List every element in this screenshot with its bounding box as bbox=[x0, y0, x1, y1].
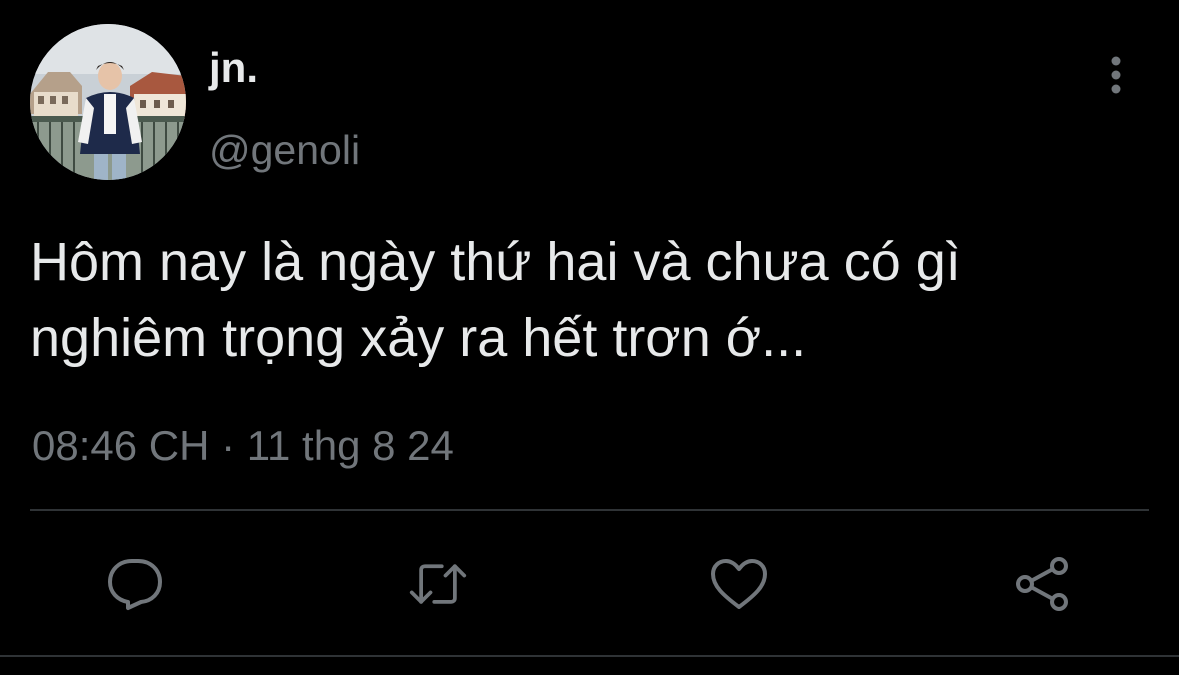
like-button[interactable] bbox=[709, 554, 769, 614]
share-button[interactable] bbox=[1013, 554, 1073, 614]
display-name[interactable]: jn. bbox=[209, 42, 258, 94]
more-options-button[interactable] bbox=[1098, 52, 1134, 98]
tweet-detail: jn. @genoli Hôm nay là ngày thứ hai và c… bbox=[0, 0, 1179, 675]
avatar[interactable] bbox=[30, 24, 186, 180]
divider-bottom bbox=[0, 655, 1179, 657]
meta-separator: · bbox=[221, 422, 236, 469]
more-vertical-icon bbox=[1111, 56, 1121, 94]
tweet-time: 08:46 CH bbox=[32, 422, 210, 469]
reply-icon bbox=[108, 559, 162, 610]
tweet-date: 11 thg 8 24 bbox=[246, 422, 454, 469]
retweet-button[interactable] bbox=[408, 554, 468, 614]
avatar-image bbox=[30, 24, 186, 180]
tweet-text: Hôm nay là ngày thứ hai và chưa có gì ng… bbox=[30, 232, 961, 368]
tweet-meta: 08:46 CH · 11 thg 8 24 bbox=[32, 420, 454, 472]
heart-icon bbox=[711, 559, 767, 609]
reply-button[interactable] bbox=[105, 554, 165, 614]
divider bbox=[30, 509, 1149, 511]
handle[interactable]: @genoli bbox=[209, 124, 360, 176]
share-icon bbox=[1016, 557, 1068, 611]
retweet-icon bbox=[409, 564, 467, 604]
